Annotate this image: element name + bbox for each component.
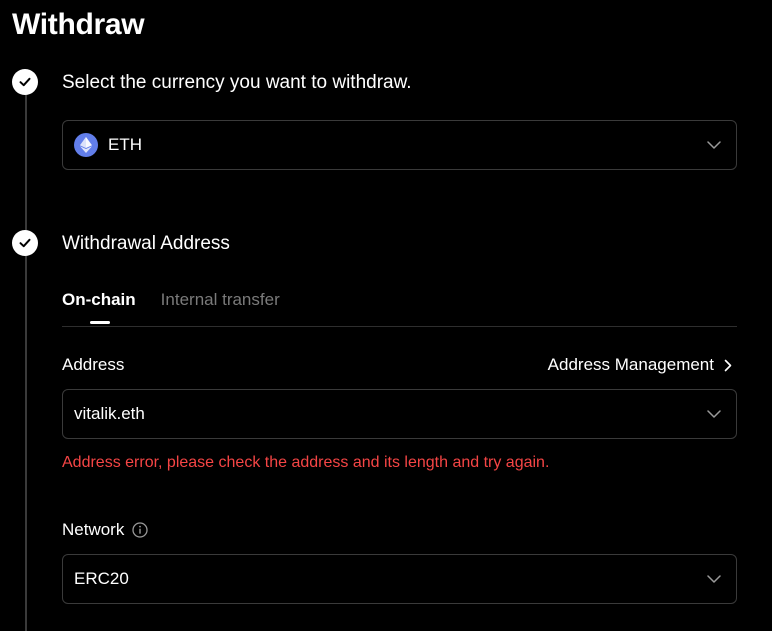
address-management-label: Address Management	[547, 355, 714, 374]
tab-on-chain[interactable]: On-chain	[62, 290, 136, 324]
step-currency-title: Select the currency you want to withdraw…	[62, 72, 412, 93]
address-error-message: Address error, please check the address …	[62, 454, 550, 471]
chevron-right-icon	[724, 359, 732, 372]
network-select[interactable]: ERC20	[62, 554, 737, 604]
page-title: Withdraw	[12, 8, 145, 41]
network-label: Network	[62, 520, 125, 539]
step-timeline-line	[25, 82, 27, 631]
currency-select-value: ETH	[108, 135, 142, 154]
tab-label: On-chain	[62, 290, 136, 309]
chevron-down-icon[interactable]	[706, 137, 722, 153]
network-select-value: ERC20	[74, 569, 129, 588]
network-label-row: Network	[62, 520, 149, 540]
tab-internal-transfer[interactable]: Internal transfer	[161, 290, 280, 310]
step-address-title: Withdrawal Address	[62, 233, 230, 254]
chevron-down-icon[interactable]	[706, 406, 722, 422]
currency-select[interactable]: ETH	[62, 120, 737, 170]
step-completed-check-icon	[12, 230, 38, 256]
address-management-link[interactable]: Address Management	[548, 355, 732, 375]
info-icon[interactable]	[132, 522, 149, 538]
address-label: Address	[62, 355, 125, 374]
address-input-value[interactable]: vitalik.eth	[74, 404, 706, 424]
tab-label: Internal transfer	[160, 290, 280, 309]
withdraw-page: Withdraw Select the currency you want to…	[0, 0, 772, 631]
chevron-down-icon[interactable]	[706, 571, 722, 587]
eth-coin-icon	[74, 133, 98, 157]
step-completed-check-icon	[12, 69, 38, 95]
address-input[interactable]: vitalik.eth	[62, 389, 737, 439]
address-type-tabs: On-chain Internal transfer	[62, 290, 737, 327]
active-tab-indicator	[90, 321, 110, 324]
